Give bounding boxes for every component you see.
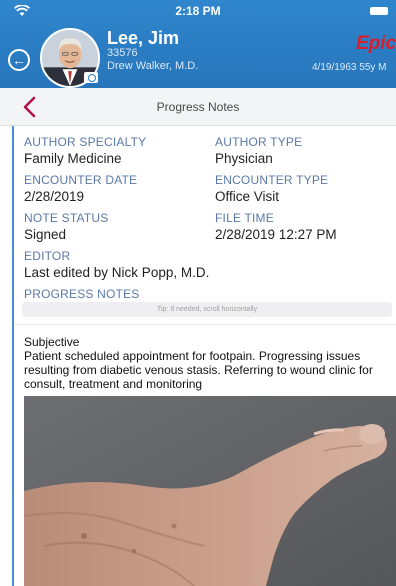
patient-dob-age: 4/19/1963 55y M — [312, 62, 387, 73]
progress-note-detail[interactable]: AUTHOR SPECIALTY Family Medicine AUTHOR … — [12, 126, 396, 586]
author-specialty-value: Family Medicine — [24, 151, 122, 166]
progress-notes-heading: PROGRESS NOTES — [24, 287, 140, 302]
epic-logo: Epic — [356, 33, 396, 54]
status-bar: 2:18 PM — [0, 0, 396, 22]
encounter-date-value: 2/28/2019 — [24, 189, 85, 204]
battery-icon — [370, 7, 388, 15]
patient-mrn: 33576 — [107, 47, 138, 59]
scroll-tip: Tip: If needed, scroll horizontally — [22, 302, 392, 317]
page-title: Progress Notes — [156, 100, 240, 114]
author-type-field: AUTHOR TYPE Physician — [215, 135, 302, 167]
status-time: 2:18 PM — [175, 4, 221, 18]
encounter-type-field: ENCOUNTER TYPE Office Visit — [215, 173, 328, 205]
author-specialty-field: AUTHOR SPECIALTY Family Medicine — [24, 135, 146, 167]
note-status-label: NOTE STATUS — [24, 211, 109, 225]
author-type-value: Physician — [215, 151, 273, 166]
divider — [14, 324, 396, 325]
file-time-field: FILE TIME 2/28/2019 12:27 PM — [215, 211, 337, 243]
encounter-date-label: ENCOUNTER DATE — [24, 173, 138, 187]
title-bar: Progress Notes — [0, 88, 396, 126]
clinical-photo[interactable] — [24, 396, 396, 586]
editor-field: EDITOR Last edited by Nick Popp, M.D. — [24, 249, 209, 281]
editor-value: Last edited by Nick Popp, M.D. — [24, 265, 210, 280]
encounter-type-label: ENCOUNTER TYPE — [215, 173, 329, 187]
note-section-body: Patient scheduled appointment for footpa… — [24, 349, 373, 391]
patient-provider: Drew Walker, M.D. — [107, 60, 199, 72]
encounter-date-field: ENCOUNTER DATE 2/28/2019 — [24, 173, 137, 205]
camera-icon[interactable] — [84, 72, 98, 83]
author-type-label: AUTHOR TYPE — [215, 135, 303, 149]
patient-name: Lee, Jim — [107, 28, 180, 48]
file-time-label: FILE TIME — [215, 211, 274, 225]
editor-label: EDITOR — [24, 249, 71, 263]
note-status-value: Signed — [24, 227, 67, 242]
note-section-heading: Subjective — [24, 335, 80, 349]
patient-header: 2:18 PM ← Lee, Jim 33576 Drew Walker, M.… — [0, 0, 396, 88]
progress-notes-label: PROGRESS NOTES — [24, 287, 140, 301]
back-circle-icon[interactable]: ← — [8, 49, 30, 71]
file-time-value: 2/28/2019 12:27 PM — [215, 227, 337, 242]
encounter-type-value: Office Visit — [215, 189, 280, 204]
note-status-field: NOTE STATUS Signed — [24, 211, 108, 243]
author-specialty-label: AUTHOR SPECIALTY — [24, 135, 147, 149]
